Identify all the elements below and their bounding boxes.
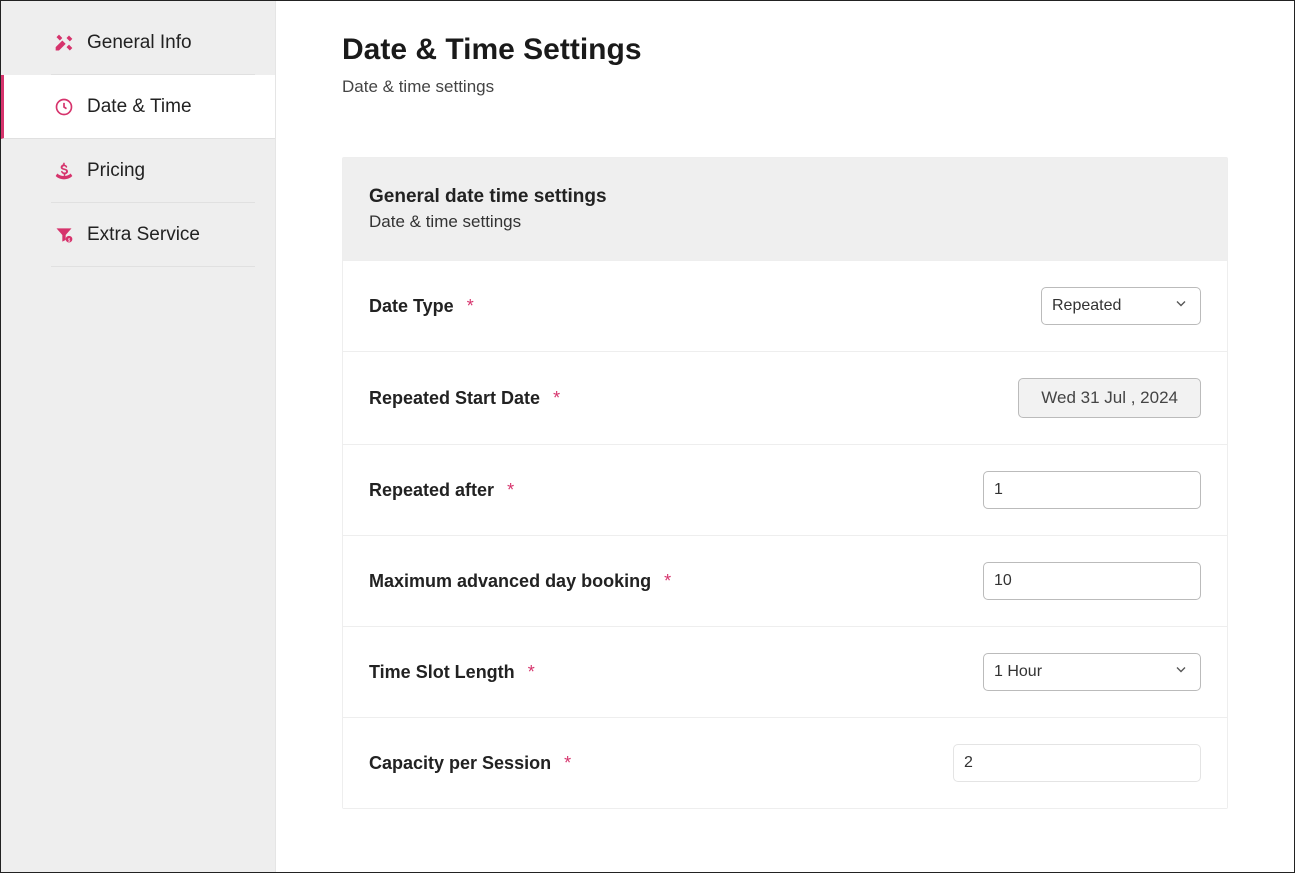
input-repeated-after-wrap: [983, 471, 1201, 509]
sidebar-list: General Info Date & Time Pricing $ Extra…: [1, 11, 275, 267]
card-subtitle: Date & time settings: [369, 212, 1201, 232]
pricing-icon: [51, 161, 77, 181]
input-max-advanced[interactable]: [983, 562, 1201, 600]
card-title: General date time settings: [369, 186, 1201, 208]
tools-icon: [51, 33, 77, 53]
label-capacity: Capacity per Session *: [369, 753, 571, 774]
required-star: *: [507, 480, 514, 500]
select-time-slot-wrap: [983, 653, 1201, 691]
input-repeated-after[interactable]: [983, 471, 1201, 509]
label-repeated-start-date: Repeated Start Date *: [369, 388, 560, 409]
row-capacity: Capacity per Session *: [343, 717, 1227, 808]
label-date-type: Date Type *: [369, 296, 474, 317]
required-star: *: [564, 753, 571, 773]
select-date-type[interactable]: [1041, 287, 1201, 325]
sidebar-item-label: Pricing: [87, 160, 145, 182]
required-star: *: [528, 662, 535, 682]
required-star: *: [553, 388, 560, 408]
sidebar-item-extra-service[interactable]: $ Extra Service: [51, 203, 255, 267]
row-date-type: Date Type *: [343, 260, 1227, 351]
sidebar-item-date-time[interactable]: Date & Time: [1, 75, 275, 139]
page-subtitle: Date & time settings: [342, 77, 1228, 97]
card-header: General date time settings Date & time s…: [343, 158, 1227, 260]
date-picker-repeated-start[interactable]: Wed 31 Jul , 2024: [1018, 378, 1201, 418]
app-root: General Info Date & Time Pricing $ Extra…: [0, 0, 1295, 873]
input-capacity[interactable]: [953, 744, 1201, 782]
label-time-slot-length: Time Slot Length *: [369, 662, 535, 683]
input-max-advanced-wrap: [983, 562, 1201, 600]
row-repeated-after: Repeated after *: [343, 444, 1227, 535]
sidebar: General Info Date & Time Pricing $ Extra…: [1, 1, 276, 872]
sidebar-item-pricing[interactable]: Pricing: [51, 139, 255, 203]
sidebar-item-label: Date & Time: [87, 96, 192, 118]
page-title: Date & Time Settings: [342, 33, 1228, 67]
filter-money-icon: $: [51, 225, 77, 245]
label-max-advanced: Maximum advanced day booking *: [369, 571, 671, 592]
date-picker-wrap: Wed 31 Jul , 2024: [1018, 378, 1201, 418]
sidebar-item-label: Extra Service: [87, 224, 200, 246]
row-time-slot-length: Time Slot Length *: [343, 626, 1227, 717]
required-star: *: [664, 571, 671, 591]
clock-icon: [51, 97, 77, 117]
select-date-type-wrap: [1041, 287, 1201, 325]
required-star: *: [467, 296, 474, 316]
label-repeated-after: Repeated after *: [369, 480, 514, 501]
input-capacity-wrap: [953, 744, 1201, 782]
sidebar-item-label: General Info: [87, 32, 192, 54]
row-repeated-start-date: Repeated Start Date * Wed 31 Jul , 2024: [343, 351, 1227, 444]
row-max-advanced: Maximum advanced day booking *: [343, 535, 1227, 626]
sidebar-item-general-info[interactable]: General Info: [51, 11, 255, 75]
main-content: Date & Time Settings Date & time setting…: [276, 1, 1294, 872]
select-time-slot-length[interactable]: [983, 653, 1201, 691]
settings-card: General date time settings Date & time s…: [342, 157, 1228, 809]
